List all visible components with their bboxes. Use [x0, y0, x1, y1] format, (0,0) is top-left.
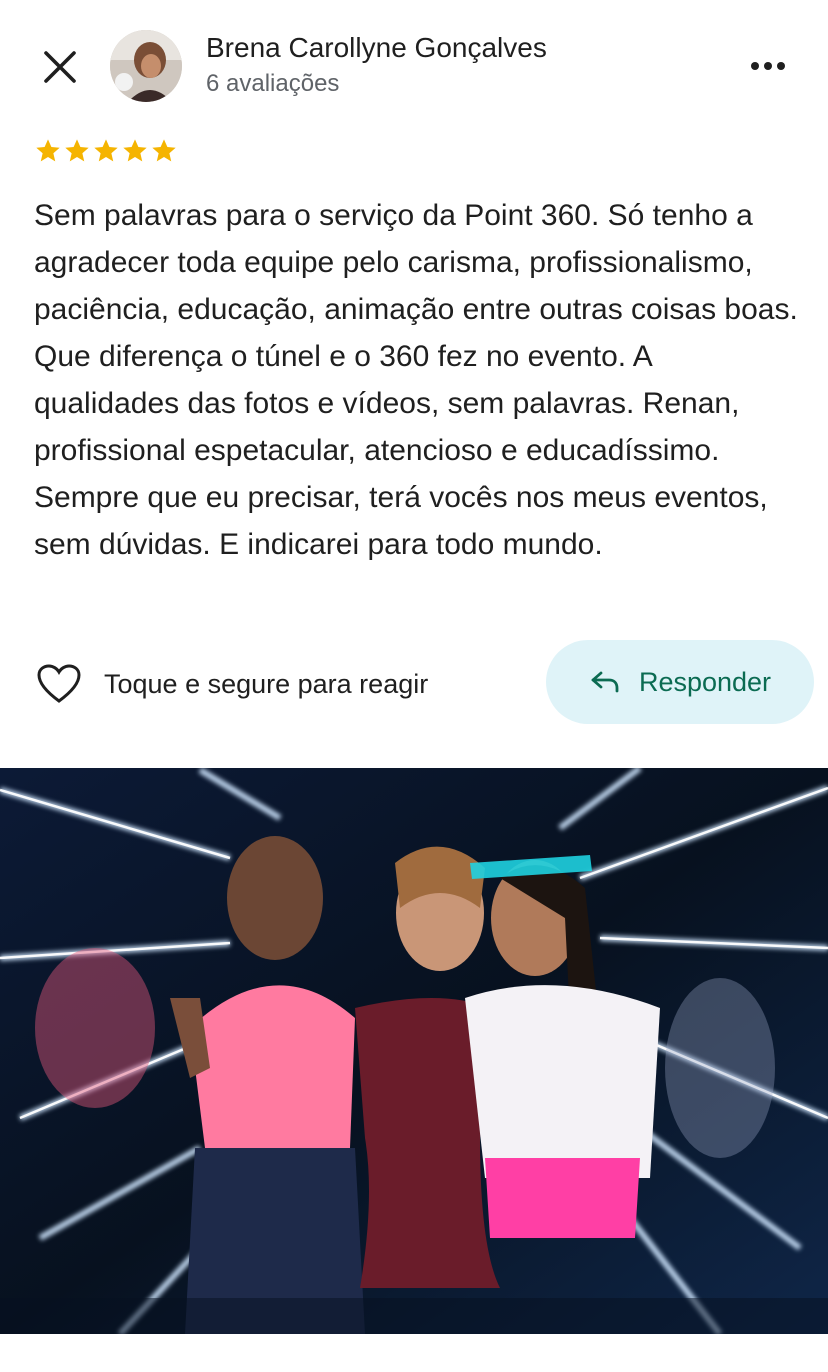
avatar[interactable] [110, 30, 182, 102]
reply-label: Responder [638, 666, 772, 697]
review-header: Brena Carollyne Gonçalves 6 avaliações [0, 0, 828, 130]
more-options-icon[interactable] [746, 52, 790, 80]
reply-button[interactable]: Responder [546, 640, 814, 724]
review-photo[interactable] [0, 768, 828, 1334]
star-icon [152, 139, 176, 162]
reviewer-name[interactable]: Brena Carollyne Gonçalves [206, 32, 547, 64]
star-rating [34, 136, 178, 166]
react-label: Toque e segure para reagir [104, 668, 429, 699]
react-button[interactable]: Toque e segure para reagir [36, 660, 428, 708]
star-icon [123, 139, 147, 162]
reply-arrow-icon [591, 671, 619, 693]
close-icon[interactable] [38, 45, 82, 89]
heart-icon [37, 664, 81, 703]
review-text: Sem palavras para o serviço da Point 360… [34, 199, 798, 561]
review-count: 6 avaliações [206, 70, 340, 97]
star-icon [36, 139, 60, 162]
star-icon [65, 139, 89, 162]
star-icon [94, 139, 118, 162]
